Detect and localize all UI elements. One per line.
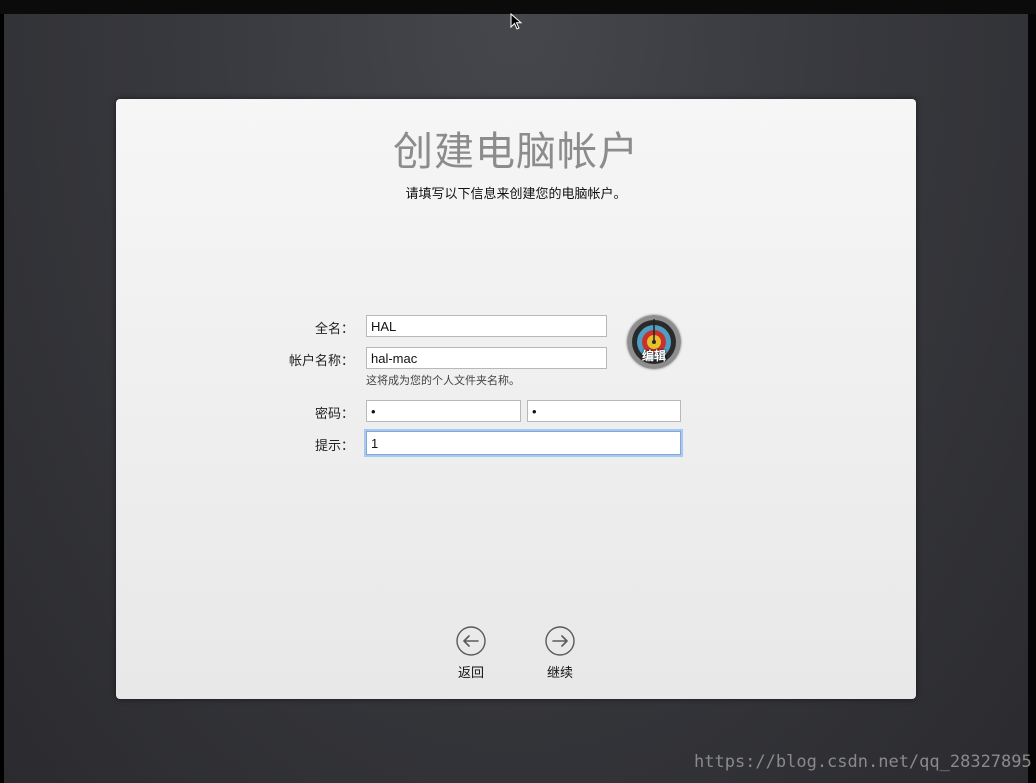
- account-name-label: 帐户名称：: [288, 354, 354, 369]
- arrow-right-circle-icon: [545, 626, 575, 656]
- account-name-input[interactable]: [366, 347, 607, 369]
- mouse-cursor-icon: [510, 13, 523, 30]
- full-name-label: 全名：: [314, 322, 354, 337]
- account-name-hint: 这将成为您的个人文件夹名称。: [366, 374, 520, 387]
- page-title: 创建电脑帐户: [393, 129, 639, 175]
- back-button[interactable]: 返回: [442, 626, 502, 686]
- password-hint-label: 提示：: [314, 439, 354, 454]
- page-subtitle: 请填写以下信息来创建您的电脑帐户。: [405, 187, 627, 202]
- avatar-edit-label: 编辑: [641, 349, 666, 363]
- back-label: 返回: [457, 666, 484, 681]
- full-name-input[interactable]: [366, 315, 607, 337]
- verify-password-input[interactable]: [527, 400, 681, 422]
- setup-assistant-panel: 创建电脑帐户 请填写以下信息来创建您的电脑帐户。 全名： 帐户名称： 这将成为您…: [116, 99, 916, 699]
- password-hint-input[interactable]: [366, 431, 681, 455]
- watermark: https://blog.csdn.net/qq_28327895: [694, 752, 1032, 772]
- password-label: 密码：: [314, 407, 354, 422]
- password-input[interactable]: [366, 400, 521, 422]
- user-picture-button[interactable]: 编辑: [627, 315, 681, 369]
- continue-label: 继续: [546, 666, 573, 681]
- continue-button[interactable]: 继续: [531, 626, 591, 686]
- top-bar: [0, 0, 1036, 14]
- screen-edge: [1028, 14, 1036, 783]
- arrow-left-circle-icon: [456, 626, 486, 656]
